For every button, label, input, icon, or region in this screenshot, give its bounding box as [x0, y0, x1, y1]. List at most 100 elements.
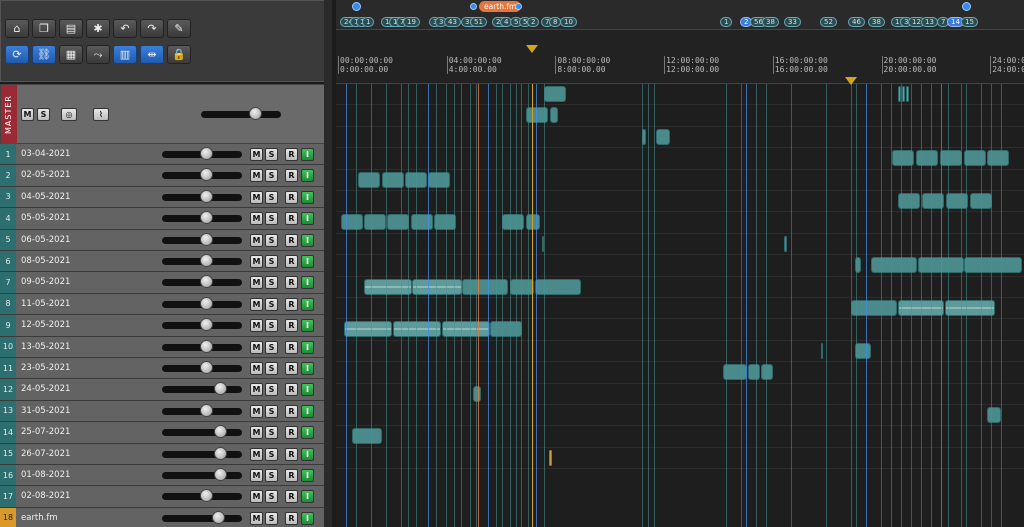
track-input-button[interactable]: I — [301, 276, 314, 290]
timeline[interactable]: earth.fm 2411117187193343385129455278101… — [336, 0, 1024, 527]
track-input-button[interactable]: I — [301, 469, 314, 482]
track-row[interactable]: 10 13-05-2021 M S R I — [0, 336, 332, 358]
track-record-button[interactable]: R — [285, 426, 298, 440]
marker-pill[interactable]: 38 — [762, 17, 779, 27]
track-solo-button[interactable]: S — [265, 383, 278, 397]
track-input-button[interactable]: I — [301, 190, 314, 204]
track-input-button[interactable]: I — [301, 426, 314, 440]
track-row[interactable]: 11 23-05-2021 M S R I — [0, 358, 332, 380]
track-mute-button[interactable]: M — [250, 340, 263, 354]
track-name[interactable]: 13-05-2021 — [21, 342, 70, 352]
track-mute-button[interactable]: M — [250, 255, 263, 268]
audio-clip[interactable] — [434, 214, 456, 231]
track-input-button[interactable]: I — [301, 404, 314, 418]
track-mute-button[interactable]: M — [250, 469, 263, 482]
track-volume-slider[interactable] — [162, 429, 242, 437]
audio-clip[interactable] — [358, 171, 380, 188]
marker-pill[interactable]: 52 — [820, 17, 837, 27]
track-volume-slider[interactable] — [162, 472, 242, 479]
track-name[interactable]: 04-05-2021 — [21, 192, 70, 202]
marker-pill[interactable]: 13 — [921, 17, 938, 27]
marker-pill[interactable]: 10 — [560, 17, 577, 27]
home-icon[interactable]: ⌂ — [5, 19, 29, 38]
track-record-button[interactable]: R — [285, 511, 298, 525]
document-icon[interactable]: ▤ — [59, 19, 83, 38]
track-volume-slider[interactable] — [162, 514, 242, 522]
track-volume-knob[interactable] — [200, 339, 213, 353]
track-name[interactable]: 11-05-2021 — [21, 299, 70, 309]
track-input-button[interactable]: I — [301, 233, 314, 247]
track-solo-button[interactable]: S — [265, 212, 278, 226]
audio-clip[interactable] — [902, 86, 905, 102]
track-name[interactable]: 09-05-2021 — [21, 277, 70, 287]
track-solo-button[interactable]: S — [265, 469, 278, 482]
track-solo-button[interactable]: S — [265, 362, 278, 375]
marker-pill[interactable]: 33 — [784, 17, 801, 27]
track-row[interactable]: 6 08-05-2021 M S R I — [0, 251, 332, 273]
undo-icon[interactable]: ↶ — [113, 19, 137, 38]
track-volume-knob[interactable] — [200, 489, 213, 503]
track-name[interactable]: 26-07-2021 — [21, 449, 70, 459]
audio-clip[interactable] — [940, 150, 962, 167]
master-mute-button[interactable]: M — [21, 108, 34, 121]
audio-clip[interactable] — [544, 86, 566, 102]
track-record-button[interactable]: R — [285, 469, 298, 482]
track-record-button[interactable]: R — [285, 233, 298, 247]
track-name[interactable]: 23-05-2021 — [21, 363, 70, 373]
track-record-button[interactable]: R — [285, 319, 298, 333]
audio-clip[interactable] — [364, 214, 386, 231]
track-volume-knob[interactable] — [200, 147, 213, 160]
audio-clip[interactable] — [550, 107, 558, 124]
track-record-button[interactable]: R — [285, 212, 298, 226]
track-solo-button[interactable]: S — [265, 190, 278, 204]
time-ruler[interactable]: 00:00:00:00 0:00:00.00 04:00:00:00 4:00:00.… — [336, 30, 1024, 84]
redo-icon[interactable]: ↷ — [140, 19, 164, 38]
audio-clip[interactable] — [442, 321, 490, 338]
track-solo-button[interactable]: S — [265, 340, 278, 354]
audio-clip[interactable] — [987, 407, 1001, 423]
audio-clip[interactable] — [906, 86, 909, 102]
track-mute-button[interactable]: M — [250, 383, 263, 397]
marker-bar[interactable]: earth.fm 2411117187193343385129455278101… — [336, 0, 1024, 30]
track-solo-button[interactable]: S — [265, 297, 278, 311]
marker-pill[interactable]: 46 — [848, 17, 865, 27]
track-input-button[interactable]: I — [301, 297, 314, 311]
track-mute-button[interactable]: M — [250, 297, 263, 311]
track-volume-knob[interactable] — [200, 168, 213, 182]
snap-grid-icon[interactable]: ▥ — [113, 45, 137, 64]
lock-icon[interactable]: 🔒 — [167, 45, 191, 64]
track-solo-button[interactable]: S — [265, 148, 278, 161]
track-solo-button[interactable]: S — [265, 426, 278, 440]
track-volume-knob[interactable] — [212, 510, 225, 524]
track-name[interactable]: 31-05-2021 — [21, 406, 70, 416]
track-input-button[interactable]: I — [301, 511, 314, 525]
track-record-button[interactable]: R — [285, 362, 298, 375]
grid-icon[interactable]: ▦ — [59, 45, 83, 64]
track-input-button[interactable]: I — [301, 383, 314, 397]
track-row[interactable]: 9 12-05-2021 M S R I — [0, 315, 332, 337]
track-name[interactable]: 24-05-2021 — [21, 384, 70, 394]
marker-pill[interactable]: 51 — [470, 17, 487, 27]
track-name[interactable]: 02-08-2021 — [21, 491, 70, 501]
region-end-icon[interactable] — [515, 3, 522, 10]
track-solo-button[interactable]: S — [265, 276, 278, 290]
audio-clip[interactable] — [473, 385, 481, 402]
track-mute-button[interactable]: M — [250, 190, 263, 204]
marker-pill[interactable]: 15 — [961, 17, 978, 27]
track-mute-button[interactable]: M — [250, 404, 263, 418]
track-row[interactable]: 5 06-05-2021 M S R I — [0, 229, 332, 251]
split-icon[interactable]: ⇹ — [140, 45, 164, 64]
track-row[interactable]: 17 02-08-2021 M S R I — [0, 486, 332, 508]
marker-pill[interactable]: 1 — [362, 17, 375, 27]
track-mute-button[interactable]: M — [250, 233, 263, 247]
track-input-button[interactable]: I — [301, 447, 314, 461]
master-volume-knob[interactable] — [249, 107, 262, 120]
track-row[interactable]: 2 02-05-2021 M S R I — [0, 165, 332, 187]
track-name[interactable]: 02-05-2021 — [21, 170, 70, 180]
track-name[interactable]: 05-05-2021 — [21, 213, 70, 223]
track-volume-knob[interactable] — [200, 318, 213, 332]
track-row[interactable]: 14 25-07-2021 M S R I — [0, 422, 332, 444]
track-volume-knob[interactable] — [213, 468, 227, 481]
track-input-button[interactable]: I — [301, 362, 314, 375]
audio-clip[interactable] — [855, 342, 871, 359]
